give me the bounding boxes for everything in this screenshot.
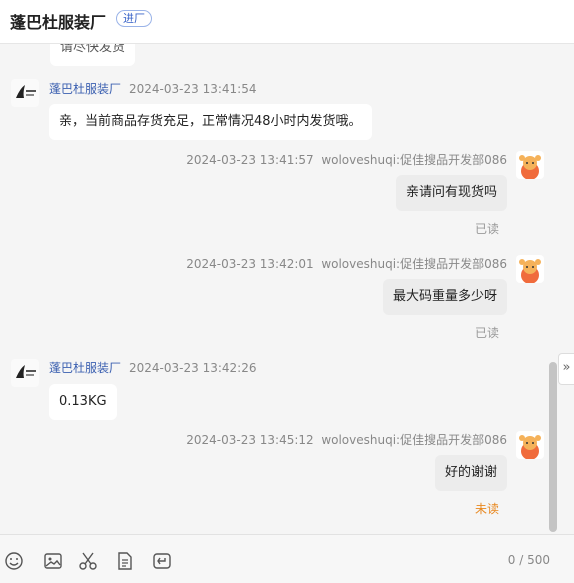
sender-name: woloveshuqi:促佳搜品开发部086 [321,433,507,447]
message-bubble: 0.13KG [49,384,117,420]
document-icon[interactable] [115,551,135,571]
user-avatar-icon [516,255,544,283]
input-toolbar: 0 / 500 [0,534,574,583]
shop-logo-icon [11,359,39,387]
message-text: 最大码重量多少呀 [392,289,497,304]
sender-name[interactable]: 蓬巴杜服装厂 [49,361,121,375]
sender-name: woloveshuqi:促佳搜品开发部086 [321,153,507,167]
double-chevron-right-icon: » [562,360,571,375]
user-avatar-icon [516,151,544,179]
user-avatar[interactable] [516,151,544,179]
char-counter: 0 / 500 [507,553,550,567]
expand-panel-button[interactable]: » [558,353,574,385]
message-bubble-partial: 请尽快发货 [50,44,136,66]
message-list[interactable]: 请尽快发货 蓬巴杜服装厂 2024-03-23 13:41:54 亲，当前商品存货… [0,44,558,534]
message-time: 2024-03-23 13:42:26 [129,361,257,375]
shop-title[interactable]: 蓬巴杜服装厂 [10,9,106,33]
message-text: 亲，当前商品存货充足，正常情况48小时内发货哦。 [59,114,362,129]
message-text: 好的谢谢 [444,465,497,480]
enter-shop-badge[interactable]: 进厂 [116,10,152,27]
user-avatar-icon [516,431,544,459]
image-icon[interactable] [43,551,63,571]
user-avatar[interactable] [516,431,544,459]
message-meta: 2024-03-23 13:42:01 woloveshuqi:促佳搜品开发部0… [186,255,507,272]
message-bubble: 亲，当前商品存货充足，正常情况48小时内发货哦。 [49,104,372,140]
shop-avatar[interactable] [11,79,39,107]
message-bubble: 最大码重量多少呀 [382,279,507,315]
message-bubble: 好的谢谢 [434,455,507,491]
message-text: 请尽快发货 [60,44,126,55]
sender-name: woloveshuqi:促佳搜品开发部086 [321,257,507,271]
user-avatar[interactable] [516,255,544,283]
read-status: 已读 [475,326,500,340]
scissors-icon[interactable] [78,551,98,571]
message-meta: 2024-03-23 13:45:12 woloveshuqi:促佳搜品开发部0… [186,431,507,448]
message-time: 2024-03-23 13:41:54 [129,82,257,96]
message-time: 2024-03-23 13:41:57 [186,153,314,167]
shop-avatar[interactable] [11,359,39,387]
message-time: 2024-03-23 13:45:12 [186,433,314,447]
chat-header: 蓬巴杜服装厂 进厂 [0,0,574,44]
unread-status: 未读 [475,502,500,516]
read-status: 已读 [475,222,500,236]
message-time: 2024-03-23 13:42:01 [186,257,314,271]
message-bubble: 亲请问有现货吗 [395,175,507,211]
message-text: 0.13KG [59,394,107,409]
emoji-icon[interactable] [4,551,24,571]
message-meta: 2024-03-23 13:41:57 woloveshuqi:促佳搜品开发部0… [186,151,507,168]
message-text: 亲请问有现货吗 [405,185,497,200]
message-meta: 蓬巴杜服装厂 2024-03-23 13:42:26 [49,359,256,376]
history-icon[interactable] [152,551,172,571]
sender-name[interactable]: 蓬巴杜服装厂 [49,82,121,96]
message-meta: 蓬巴杜服装厂 2024-03-23 13:41:54 [49,80,256,97]
shop-logo-icon [11,79,39,107]
scrollbar-thumb[interactable] [549,362,557,532]
